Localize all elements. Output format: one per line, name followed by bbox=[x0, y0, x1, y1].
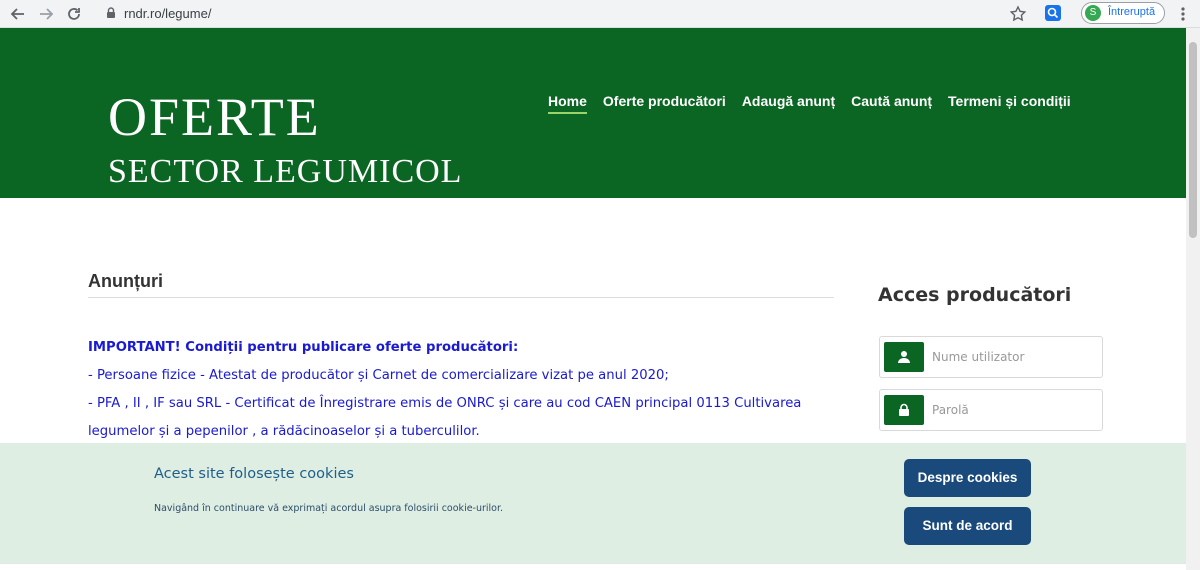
extension-button[interactable] bbox=[1045, 5, 1061, 21]
username-field[interactable]: Nume utilizator bbox=[879, 336, 1103, 378]
login-title: Acces producători bbox=[878, 284, 1072, 306]
lock-icon bbox=[107, 7, 115, 18]
lock-icon bbox=[899, 403, 909, 416]
profile-button[interactable]: S Întreruptă bbox=[1081, 2, 1165, 24]
menu-item-termeni[interactable]: Termeni și condiții bbox=[948, 93, 1071, 114]
logo-line1[interactable]: OFERTE bbox=[108, 90, 321, 144]
back-button[interactable] bbox=[8, 4, 28, 24]
lock-icon-box bbox=[884, 395, 924, 425]
search-extension-icon bbox=[1047, 7, 1059, 19]
user-icon-box bbox=[884, 342, 924, 372]
profile-status-label: Întreruptă bbox=[1108, 6, 1156, 18]
notice-line: - Persoane fizice - Atestat de producăto… bbox=[88, 368, 669, 383]
divider bbox=[88, 297, 834, 298]
bookmark-star-icon[interactable] bbox=[1008, 4, 1028, 24]
password-field[interactable]: Parolă bbox=[879, 389, 1103, 431]
reload-button[interactable] bbox=[64, 4, 84, 24]
notice-line: - PFA , II , IF sau SRL - Certificat de … bbox=[88, 396, 802, 439]
user-icon bbox=[898, 351, 910, 363]
notice-block: IMPORTANT! Condiții pentru publicare ofe… bbox=[88, 334, 838, 446]
cookie-banner: Acest site folosește cookies Navigând în… bbox=[0, 443, 1186, 563]
scrollbar[interactable] bbox=[1186, 28, 1200, 570]
scrollbar-thumb[interactable] bbox=[1189, 42, 1197, 238]
about-cookies-button[interactable]: Despre cookies bbox=[904, 459, 1031, 497]
cookie-text: Navigând în continuare vă exprimați acor… bbox=[154, 503, 504, 514]
menu-item-oferte[interactable]: Oferte producători bbox=[603, 93, 726, 114]
more-menu-icon[interactable] bbox=[1176, 5, 1190, 23]
reload-icon bbox=[68, 8, 80, 20]
arrow-right-icon bbox=[40, 8, 54, 20]
arrow-left-icon bbox=[10, 8, 24, 20]
notice-heading: IMPORTANT! Condiții pentru publicare ofe… bbox=[88, 340, 519, 355]
avatar: S bbox=[1085, 5, 1101, 21]
address-bar[interactable]: rndr.ro/legume/ bbox=[96, 2, 1036, 24]
menu-item-home[interactable]: Home bbox=[548, 93, 587, 114]
menu-item-adauga[interactable]: Adaugă anunț bbox=[742, 93, 835, 114]
forward-button[interactable] bbox=[36, 4, 56, 24]
main-menu: Home Oferte producători Adaugă anunț Cau… bbox=[548, 93, 1071, 114]
logo-line2[interactable]: SECTOR LEGUMICOL bbox=[108, 155, 462, 189]
site-header: OFERTE SECTOR LEGUMICOL Home Oferte prod… bbox=[0, 28, 1186, 198]
section-title: Anunțuri bbox=[88, 271, 163, 291]
menu-item-cauta[interactable]: Caută anunț bbox=[851, 93, 932, 114]
page-bottom bbox=[0, 563, 1186, 570]
cookie-title: Acest site folosește cookies bbox=[154, 466, 354, 482]
username-placeholder: Nume utilizator bbox=[932, 350, 1025, 364]
password-placeholder: Parolă bbox=[932, 403, 969, 417]
accept-cookies-button[interactable]: Sunt de acord bbox=[904, 507, 1031, 545]
browser-toolbar: rndr.ro/legume/ S Întreruptă bbox=[0, 0, 1200, 28]
url-text: rndr.ro/legume/ bbox=[124, 6, 212, 21]
